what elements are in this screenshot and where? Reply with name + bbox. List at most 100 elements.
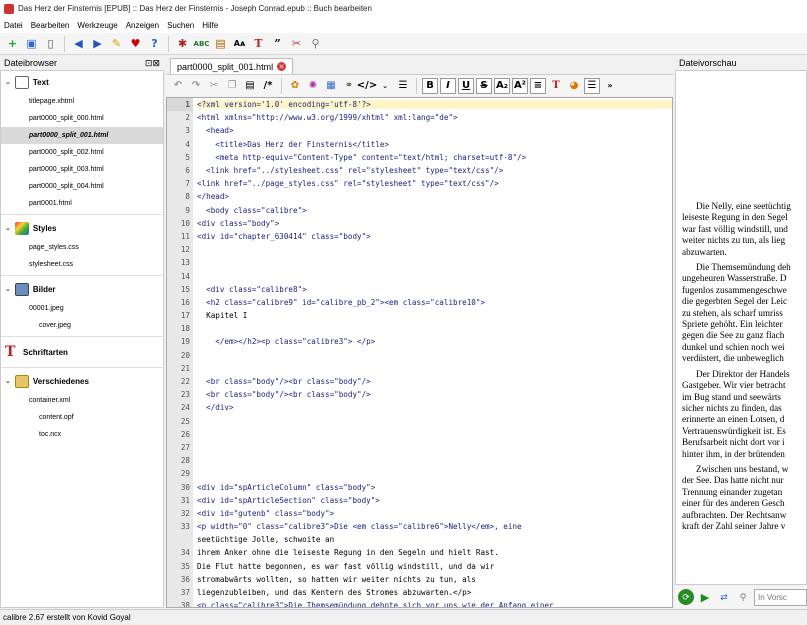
save-icon[interactable]: ▣ [23, 35, 40, 52]
marker-icon[interactable]: /* [260, 78, 276, 94]
quote-icon[interactable]: ” [269, 35, 286, 52]
code-line[interactable]: 32 <div id="gutenb" class="body"> [167, 506, 672, 520]
file-item[interactable]: 00001.jpeg [1, 300, 163, 317]
more-icon[interactable]: » [602, 78, 618, 94]
category-images[interactable]: ⌄ Bilder [1, 278, 163, 300]
beautify-icon[interactable]: ✿ [287, 78, 303, 94]
file-item[interactable]: titlepage.xhtml [1, 93, 163, 110]
cut-icon[interactable]: ✂ [206, 78, 222, 94]
help-icon[interactable]: ? [146, 35, 163, 52]
code-line[interactable]: 15 <div class="calibre8"> [167, 282, 672, 296]
code-line[interactable]: 27 [167, 440, 672, 455]
menu-bearbeiten[interactable]: Bearbeiten [31, 21, 70, 30]
font-color-icon[interactable]: T [548, 78, 564, 94]
subscript-icon[interactable]: A₂ [494, 77, 510, 94]
align-icon[interactable]: ≡ [530, 77, 546, 94]
new-file-icon[interactable]: + [4, 35, 21, 52]
code-line[interactable]: 26 [167, 427, 672, 441]
back-icon[interactable]: ◀ [70, 35, 87, 52]
settings-icon[interactable]: ✺ [305, 78, 321, 94]
code-line[interactable]: 8 </head> [167, 190, 672, 204]
file-item[interactable]: content.opf [1, 409, 163, 426]
code-line[interactable]: 20 [167, 348, 672, 362]
file-item-selected[interactable]: part0000_split_001.html [1, 127, 163, 144]
code-line[interactable]: 21 [167, 361, 672, 375]
code-editor[interactable]: 1 <?xml version='1.0' encoding='utf-8'?> 2… [166, 97, 673, 608]
link-icon[interactable]: ⚭ [341, 78, 357, 94]
file-item[interactable]: part0000_split_004.html [1, 178, 163, 195]
play-icon[interactable]: ▶ [697, 589, 713, 605]
palette-icon[interactable]: ◕ [566, 78, 582, 94]
panel-float-icon[interactable]: ⊡⊠ [145, 58, 160, 69]
code-line[interactable]: 34 ihrem Anker ohne die leiseste Regung i… [167, 546, 672, 560]
case-icon[interactable]: Aᴀ [231, 35, 248, 52]
file-item[interactable]: part0000_split_003.html [1, 161, 163, 178]
code-line[interactable]: 11 <div id="chapter_630414" class="body"> [167, 229, 672, 244]
code-line[interactable]: 30 <div id="spArticleColumn" class="body"… [167, 480, 672, 494]
code-line[interactable]: 18 [167, 322, 672, 336]
list-icon[interactable]: ☰ [395, 78, 411, 94]
strikethrough-icon[interactable]: S [476, 77, 492, 94]
code-line[interactable]: 36 stromabwärts wollten, so hatten wir we… [167, 572, 672, 586]
block-icon[interactable]: ☰ [584, 77, 600, 94]
zoom-icon[interactable]: ⚲ [735, 589, 751, 605]
chevron-down-icon[interactable]: ⌄ [5, 377, 11, 385]
chevron-down-icon[interactable]: ⌄ [5, 285, 11, 293]
category-styles[interactable]: ⌄ Styles [1, 217, 163, 239]
file-item[interactable]: toc.ncx [1, 426, 163, 443]
code-line[interactable]: 38 <p class="calibre3">Die Themsemündung … [167, 599, 672, 607]
copy-icon[interactable]: ❐ [224, 78, 240, 94]
code-line[interactable]: 3 <head> [167, 124, 672, 138]
forward-icon[interactable]: ▶ [89, 35, 106, 52]
underline-icon[interactable]: U [458, 77, 474, 94]
spellcheck-icon[interactable]: ABC [193, 35, 210, 52]
code-line[interactable]: 24 </div> [167, 401, 672, 415]
file-item[interactable]: part0001.html [1, 195, 163, 212]
fonts-icon[interactable]: T [250, 35, 267, 52]
chevron-down-icon[interactable]: ⌄ [5, 78, 11, 86]
zoom-icon[interactable]: ⚲ [307, 35, 324, 52]
file-item[interactable]: cover.jpeg [1, 317, 163, 334]
code-line[interactable]: 2 <html xmlns="http://www.w3.org/1999/xht… [167, 111, 672, 125]
code-line[interactable]: 22 <br class="body"/><br class="body"/> [167, 374, 672, 389]
code-line[interactable]: 14 [167, 269, 672, 283]
code-line[interactable]: seetüchtige Jolle, schwoite an [167, 533, 672, 547]
file-tree[interactable]: ⌄ Text titlepage.xhtml part0000_split_00… [0, 70, 164, 608]
code-line[interactable]: 33 <p width="0" class="calibre3">Die <em … [167, 520, 672, 534]
code-line[interactable]: 35 Die Flut hatte begonnen, es war fast v… [167, 559, 672, 573]
bug-icon[interactable]: ✱ [174, 35, 191, 52]
file-item[interactable]: part0000_split_000.html [1, 110, 163, 127]
menu-hilfe[interactable]: Hilfe [202, 21, 218, 30]
superscript-icon[interactable]: A² [512, 77, 528, 94]
code-line[interactable]: 10 <div class="body"> [167, 216, 672, 230]
close-icon[interactable]: ✕ [277, 62, 287, 71]
code-line[interactable]: 9 <body class="calibre"> [167, 203, 672, 217]
menu-suchen[interactable]: Suchen [167, 21, 194, 30]
menu-anzeigen[interactable]: Anzeigen [126, 21, 159, 30]
file-item[interactable]: part0000_split_002.html [1, 144, 163, 161]
sync-icon[interactable]: ⟳ [678, 589, 694, 605]
reports-icon[interactable]: ▤ [212, 35, 229, 52]
code-line[interactable]: 5 <meta http-equiv="Content-Type" conten… [167, 150, 672, 164]
file-item[interactable]: stylesheet.css [1, 256, 163, 273]
category-misc[interactable]: ⌄ Verschiedenes [1, 370, 163, 392]
code-line[interactable]: 19 </em></h2><p class="calibre3"> </p> [167, 335, 672, 349]
code-line[interactable]: 6 <link href="../stylesheet.css" rel="st… [167, 163, 672, 178]
editor-tab[interactable]: part0000_split_001.html ✕ [170, 58, 294, 74]
file-item[interactable]: container.xml [1, 392, 163, 409]
chevron-down-icon[interactable]: ⌄ [377, 78, 393, 94]
paste-icon[interactable]: ▤ [242, 78, 258, 94]
tag-icon[interactable]: </> [357, 78, 377, 94]
inspect-icon[interactable]: ⇄ [716, 589, 732, 605]
category-text[interactable]: ⌄ Text [1, 71, 163, 93]
code-line[interactable]: 17 Kapitel I [167, 309, 672, 323]
menu-werkzeuge[interactable]: Werkzeuge [77, 21, 117, 30]
bold-icon[interactable]: B [422, 77, 438, 94]
code-line[interactable]: 23 <br class="body"/><br class="body"/> [167, 388, 672, 402]
redo-icon[interactable]: ↷ [188, 78, 204, 94]
preview-search-input[interactable]: In Vorsc [754, 588, 807, 606]
menu-datei[interactable]: Datei [4, 21, 23, 30]
code-line[interactable]: 28 [167, 454, 672, 468]
code-line[interactable]: 13 [167, 256, 672, 270]
file-item[interactable]: page_styles.css [1, 239, 163, 256]
